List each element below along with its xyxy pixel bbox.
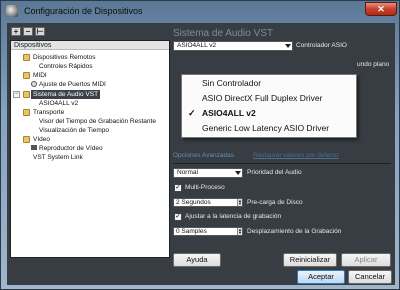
dropdown-item-label: Generic Low Latency ASIO Driver <box>202 123 330 133</box>
reset-button[interactable]: Reinicializar <box>283 253 337 267</box>
tree-item-midi[interactable]: MIDI <box>33 71 47 80</box>
folder-icon <box>23 91 30 98</box>
dropdown-item-no-driver[interactable]: Sin Controlador <box>182 76 356 91</box>
tree-item-video-player[interactable]: Reproductor de Vídeo <box>39 144 103 153</box>
help-button[interactable]: Ayuda <box>173 253 221 267</box>
dropdown-item-label: Sin Controlador <box>202 78 262 88</box>
folder-icon <box>23 54 30 61</box>
checkmark-icon: ✓ <box>188 108 196 118</box>
dropdown-item-directx-duplex[interactable]: ASIO DirectX Full Duplex Driver <box>182 91 356 106</box>
dropdown-item-label: ASIO DirectX Full Duplex Driver <box>202 93 323 103</box>
asio-driver-select[interactable]: ASIO4ALL v2 <box>173 41 293 51</box>
advanced-options-label: Opciones Avanzadas <box>173 152 234 159</box>
remove-device-button[interactable]: − <box>23 27 33 36</box>
dropdown-item-generic-low-latency[interactable]: Generic Low Latency ASIO Driver <box>182 121 356 136</box>
asio-driver-dropdown-list[interactable]: Sin Controlador ASIO DirectX Full Duplex… <box>181 74 357 138</box>
audio-priority-select[interactable]: Normal <box>173 168 243 178</box>
divider <box>173 163 391 164</box>
device-tree[interactable]: Dispositivos Dispositivos Remotos Contro… <box>10 40 170 258</box>
asio-driver-label: Controlador ASIO <box>296 42 347 49</box>
tree-item-record-time-max[interactable]: Visor del Tiempo de Grabación Restante <box>39 117 156 126</box>
tree-item-vst-system-link[interactable]: VST System Link <box>33 153 83 162</box>
collapse-icon[interactable]: − <box>13 91 20 98</box>
adjust-latency-checkbox[interactable]: ✓ <box>174 213 182 221</box>
chevron-down-icon <box>235 171 241 175</box>
multiprocess-label: Multi-Proceso <box>185 184 225 191</box>
disk-preload-label: Pre-carga de Disco <box>247 199 303 206</box>
apply-button[interactable]: Aplicar <box>341 253 391 267</box>
clipped-option-label: undo plano <box>357 61 390 68</box>
tree-item-video[interactable]: Vídeo <box>33 135 50 144</box>
tree-item-transport[interactable]: Transporte <box>33 108 64 117</box>
record-shift-label: Desplazamiento de la Grabación <box>247 228 342 235</box>
tree-item-vst-audio-system[interactable]: Sistema de Audio VST <box>31 90 101 99</box>
audio-priority-label: Prioridad del Audio <box>247 169 302 176</box>
folder-icon <box>23 109 30 116</box>
cancel-button[interactable]: Cancelar <box>348 270 392 284</box>
tree-item-quick-controls[interactable]: Controles Rápidos <box>39 62 92 71</box>
video-player-icon <box>31 145 37 150</box>
window-title: Configuración de Dispositivos <box>24 6 143 16</box>
close-button[interactable]: ✕ <box>365 2 397 16</box>
title-bar[interactable]: Configuración de Dispositivos ✕ <box>1 1 400 23</box>
folder-icon <box>23 136 30 143</box>
record-shift-value: 0 Samples <box>176 228 207 235</box>
panel-title: Sistema de Audio VST <box>173 28 274 39</box>
reset-device-button[interactable]: ⊢ <box>35 27 45 36</box>
ok-button[interactable]: Aceptar <box>297 270 345 284</box>
add-device-button[interactable]: + <box>11 27 21 36</box>
tree-item-time-display[interactable]: Visualización de Tiempo <box>39 126 109 135</box>
adjust-latency-label: Ajustar a la latencia de grabación <box>185 213 282 220</box>
chevron-down-icon <box>285 44 291 48</box>
device-setup-window: Configuración de Dispositivos ✕ + − ⊢ Di… <box>0 0 400 290</box>
dropdown-item-asio4all[interactable]: ✓ ASIO4ALL v2 <box>182 106 356 121</box>
midi-port-icon <box>31 81 37 87</box>
dialog-client-area: + − ⊢ Dispositivos Dispositivos Remotos … <box>7 23 395 285</box>
disk-preload-value: 2 Segundos <box>176 199 211 206</box>
disk-preload-stepper[interactable]: 2 Segundos ▲ ▼ <box>173 198 243 207</box>
folder-icon <box>23 72 30 79</box>
record-shift-stepper[interactable]: 0 Samples ▲ ▼ <box>173 227 243 236</box>
restore-defaults-link[interactable]: Restaurar valores por defecto <box>253 152 339 159</box>
stepper-arrows-icon[interactable]: ▲ ▼ <box>237 199 242 206</box>
tree-header: Dispositivos <box>11 41 169 50</box>
asio-driver-value: ASIO4ALL v2 <box>177 42 217 49</box>
tree-item-asio4all[interactable]: ASIO4ALL v2 <box>39 99 78 108</box>
app-icon <box>6 5 18 17</box>
multiprocess-checkbox[interactable]: ✓ <box>174 184 182 192</box>
tree-item-remote-devices[interactable]: Dispositivos Remotos <box>33 53 96 62</box>
dropdown-item-label: ASIO4ALL v2 <box>202 108 256 118</box>
tree-item-midi-port-setup[interactable]: Ajuste de Puertos MIDI <box>39 80 106 89</box>
stepper-arrows-icon[interactable]: ▲ ▼ <box>237 228 242 235</box>
audio-priority-value: Normal <box>177 169 198 176</box>
